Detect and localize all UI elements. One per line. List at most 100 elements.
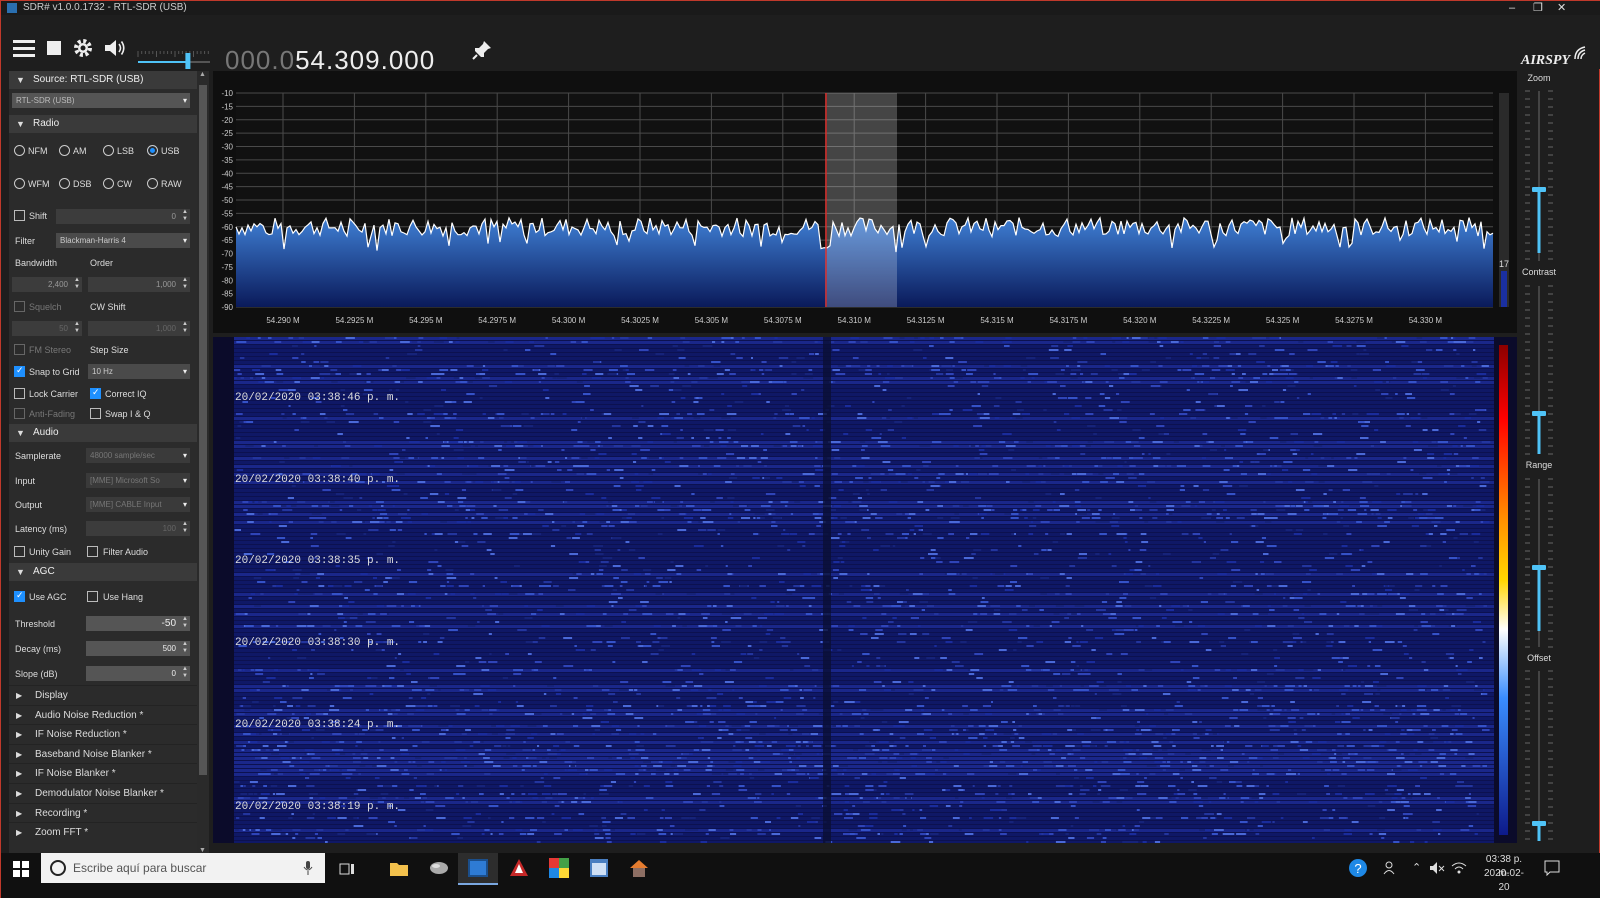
correctiq-checkbox[interactable] — [90, 387, 101, 399]
spin-arrows-icon[interactable]: ▲ ▼ — [182, 277, 188, 291]
waterfall-speck — [1311, 473, 1318, 475]
collapsed-section-7[interactable]: ▶ Zoom FFT * — [9, 822, 197, 842]
order-input[interactable]: 1,000 ▲ ▼ — [88, 277, 190, 292]
waterfall-speck — [373, 577, 377, 579]
waterfall-speck — [573, 445, 580, 447]
collapsed-section-1[interactable]: ▶ Audio Noise Reduction * — [9, 704, 197, 724]
latency-input[interactable]: 100 ▲ ▼ — [86, 521, 190, 536]
shift-input[interactable]: 0 ▲ ▼ — [56, 209, 190, 224]
spectrum-side-level — [1501, 271, 1507, 307]
sidebar-scrollbar[interactable]: ▲ ▼ — [197, 71, 209, 857]
waterfall-speck — [1136, 773, 1139, 775]
waterfall-speck — [401, 517, 411, 519]
decay-input[interactable]: 500 ▲ ▼ — [86, 641, 190, 656]
minimize-button[interactable]: – — [1509, 1, 1515, 15]
slope-input[interactable]: 0 ▲ ▼ — [86, 666, 190, 681]
waterfall-speck — [1096, 681, 1104, 683]
spin-arrows-icon[interactable]: ▲ ▼ — [182, 321, 188, 335]
mode-radio-usb[interactable] — [147, 145, 158, 156]
waterfall-speck — [301, 689, 309, 691]
squelch-input[interactable]: 50 ▲ ▼ — [12, 321, 82, 336]
filter-select[interactable]: Blackman-Harris 4 ▾ — [56, 233, 190, 248]
waterfall-speck — [294, 429, 299, 431]
waterfall-speck — [871, 437, 882, 439]
source-device-select[interactable]: RTL-SDR (USB) ▾ — [12, 93, 190, 108]
gear-icon[interactable] — [72, 37, 94, 59]
waterfall-speck — [509, 593, 518, 595]
waterfall-speck — [719, 441, 729, 443]
collapsed-section-0[interactable]: ▶ Display — [9, 685, 197, 704]
collapsed-section-2[interactable]: ▶ IF Noise Reduction * — [9, 724, 197, 744]
spin-arrows-icon[interactable]: ▲ ▼ — [182, 666, 188, 680]
stop-icon[interactable] — [46, 40, 62, 56]
stepsize-select[interactable]: 10 Hz ▾ — [88, 364, 190, 379]
speaker-icon[interactable] — [103, 37, 127, 59]
collapsed-section-5[interactable]: ▶ Demodulator Noise Blanker * — [9, 783, 197, 802]
filteraudio-checkbox[interactable] — [87, 546, 98, 557]
waterfall-speck — [1472, 717, 1475, 719]
waterfall-speck — [641, 757, 649, 759]
waterfall-speck — [758, 769, 765, 771]
lockcarrier-checkbox[interactable] — [14, 388, 25, 399]
spin-arrows-icon[interactable]: ▲ ▼ — [74, 321, 80, 335]
spin-arrows-icon[interactable]: ▲ ▼ — [74, 277, 80, 291]
maximize-button[interactable]: ❐ — [1533, 1, 1543, 15]
waterfall-speck — [1018, 545, 1022, 547]
squelch-checkbox[interactable] — [14, 301, 25, 312]
waterfall-speck — [856, 505, 860, 507]
agc-header[interactable]: ▼ AGC — [9, 563, 197, 581]
spin-arrows-icon[interactable]: ▲ ▼ — [182, 521, 188, 535]
mode-radio-wfm[interactable] — [14, 178, 25, 189]
bandwidth-input[interactable]: 2,400 ▲ ▼ — [12, 277, 82, 292]
waterfall-speck — [802, 741, 808, 743]
scroll-up-icon[interactable]: ▲ — [199, 71, 206, 78]
collapsed-section-3[interactable]: ▶ Baseband Noise Blanker * — [9, 743, 197, 763]
mode-radio-nfm[interactable] — [14, 145, 25, 156]
waterfall-speck — [566, 537, 572, 539]
mode-radio-cw[interactable] — [103, 178, 114, 189]
snap-checkbox[interactable] — [14, 365, 25, 377]
collapsed-section-4[interactable]: ▶ IF Noise Blanker * — [9, 763, 197, 783]
waterfall-speck — [1108, 797, 1117, 799]
waterfall-display[interactable]: 20/02/2020 03:38:46 p. m. 20/02/2020 03:3… — [213, 337, 1517, 843]
waterfall-speck — [1055, 765, 1064, 767]
spectrum-analyzer[interactable]: -10-15-20-25-30-35-40-45-50-55-60-65-70-… — [213, 71, 1517, 333]
cwshift-input[interactable]: 1,000 ▲ ▼ — [88, 321, 190, 336]
waterfall-speck — [1046, 685, 1053, 687]
scrollbar-thumb[interactable] — [199, 85, 207, 775]
waterfall-speck — [257, 581, 266, 583]
useagc-checkbox[interactable] — [14, 590, 25, 602]
spin-arrows-icon[interactable]: ▲ ▼ — [182, 209, 188, 223]
collapsed-section-6[interactable]: ▶ Recording * — [9, 802, 197, 822]
spin-arrows-icon[interactable]: ▲ ▼ — [182, 616, 188, 630]
waterfall-speck — [611, 725, 620, 727]
close-button[interactable]: ✕ — [1557, 1, 1566, 15]
mode-radio-lsb[interactable] — [103, 145, 114, 156]
mode-radio-raw[interactable] — [147, 178, 158, 189]
waterfall-speck — [832, 349, 840, 351]
fmstereo-checkbox[interactable] — [14, 344, 25, 355]
audio-output-select[interactable]: [MME] CABLE Input ▾ — [86, 497, 190, 512]
waterfall-speck — [450, 593, 456, 595]
swapiq-checkbox[interactable] — [90, 408, 101, 419]
samplerate-select[interactable]: 48000 sample/sec ▾ — [86, 448, 190, 463]
audio-header[interactable]: ▼ Audio — [9, 424, 197, 442]
unitygain-checkbox[interactable] — [14, 546, 25, 557]
audio-input-select[interactable]: [MME] Microsoft So ▾ — [86, 473, 190, 488]
waterfall-speck — [1008, 773, 1017, 775]
source-header[interactable]: ▼ Source: RTL-SDR (USB) — [9, 71, 197, 89]
shift-checkbox[interactable] — [14, 210, 25, 221]
mode-radio-dsb[interactable] — [59, 178, 70, 189]
antifading-checkbox[interactable] — [14, 408, 25, 419]
waterfall-speck — [643, 761, 651, 763]
mode-radio-am[interactable] — [59, 145, 70, 156]
waterfall-speck — [923, 357, 927, 359]
waterfall-speck — [285, 685, 288, 687]
threshold-input[interactable]: -50 ▲ ▼ — [86, 616, 190, 631]
hamburger-icon[interactable] — [13, 39, 35, 57]
spin-arrows-icon[interactable]: ▲ ▼ — [182, 641, 188, 655]
waterfall-speck — [417, 829, 425, 831]
radio-header[interactable]: ▼ Radio — [9, 115, 197, 133]
pin-icon[interactable] — [471, 39, 493, 61]
usehang-checkbox[interactable] — [87, 591, 98, 602]
